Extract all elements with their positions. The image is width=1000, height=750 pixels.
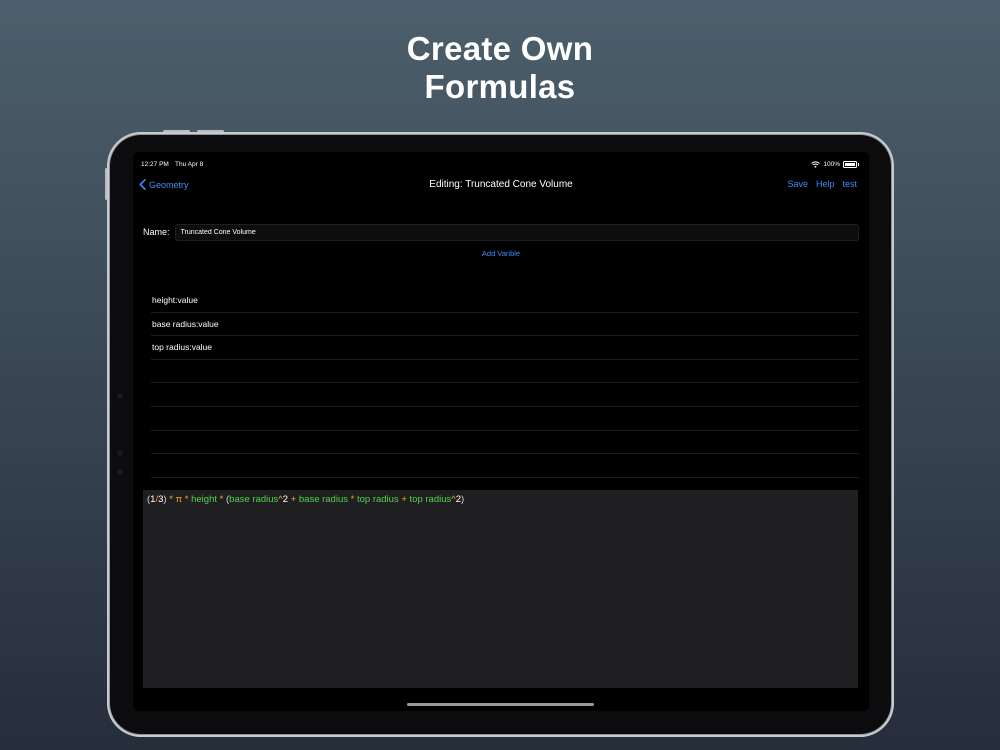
headline-line-2: Formulas (424, 68, 576, 105)
pencil-magnet-3 (117, 469, 123, 475)
formula-text: (1/3) * π * height * (base radius^2 + ba… (147, 494, 464, 505)
status-time: 12:27 PM (141, 161, 169, 168)
variable-row[interactable] (151, 431, 859, 455)
name-row: Name: (143, 223, 859, 241)
variable-row[interactable] (151, 454, 859, 478)
formula-token: height (191, 494, 217, 505)
status-date: Thu Apr 8 (175, 161, 204, 168)
home-indicator[interactable] (407, 703, 594, 706)
variable-row[interactable] (151, 360, 859, 384)
variable-row[interactable] (151, 407, 859, 431)
name-input[interactable] (174, 223, 859, 241)
help-button[interactable]: Help (816, 179, 835, 189)
formula-token: ) (461, 494, 465, 505)
formula-token: * (166, 494, 176, 505)
name-label: Name: (143, 227, 170, 237)
variable-row[interactable] (151, 383, 859, 407)
app-screen: 12:27 PM Thu Apr 8 100% Geometry Editing… (133, 152, 869, 711)
formula-token: + (288, 494, 299, 505)
formula-token: * (348, 494, 357, 505)
variable-row[interactable]: top radius:value (151, 336, 859, 360)
formula-token: base radius (298, 494, 348, 505)
formula-token: * (182, 494, 192, 505)
nav-actions: Save Help test (787, 179, 857, 189)
battery-percent: 100% (823, 161, 840, 168)
test-button[interactable]: test (842, 179, 857, 189)
pencil-magnet-2 (117, 450, 123, 456)
variable-row[interactable]: base radius:value (151, 313, 859, 337)
variable-list: height:value base radius:value top radius:… (151, 289, 859, 478)
wifi-icon (811, 161, 821, 168)
add-variable-button[interactable]: Add Varible (133, 249, 869, 258)
battery-tip (858, 163, 859, 166)
back-button[interactable]: Geometry (139, 179, 189, 190)
status-bar: 12:27 PM Thu Apr 8 100% (141, 161, 859, 173)
formula-token: top radius (409, 494, 452, 505)
navigation-bar: Geometry Editing: Truncated Cone Volume … (133, 176, 869, 194)
chevron-left-icon (139, 179, 146, 190)
variable-row[interactable]: height:value (151, 289, 859, 313)
back-label: Geometry (149, 179, 189, 190)
headline-line-1: Create Own (406, 30, 594, 67)
status-right: 100% (811, 161, 859, 168)
formula-editor[interactable]: (1/3) * π * height * (base radius^2 + ba… (143, 490, 858, 688)
formula-token: base radius (229, 494, 279, 505)
formula-token: top radius (356, 494, 399, 505)
formula-token: + (398, 494, 410, 505)
formula-token: * (217, 494, 226, 505)
pencil-magnet (117, 393, 123, 399)
page-title: Editing: Truncated Cone Volume (429, 179, 573, 190)
battery-icon (843, 161, 857, 168)
headline: Create Own Formulas (0, 30, 1000, 106)
save-button[interactable]: Save (787, 179, 808, 189)
editor-content: Name: Add Varible height:valuebase radiu… (133, 198, 869, 711)
